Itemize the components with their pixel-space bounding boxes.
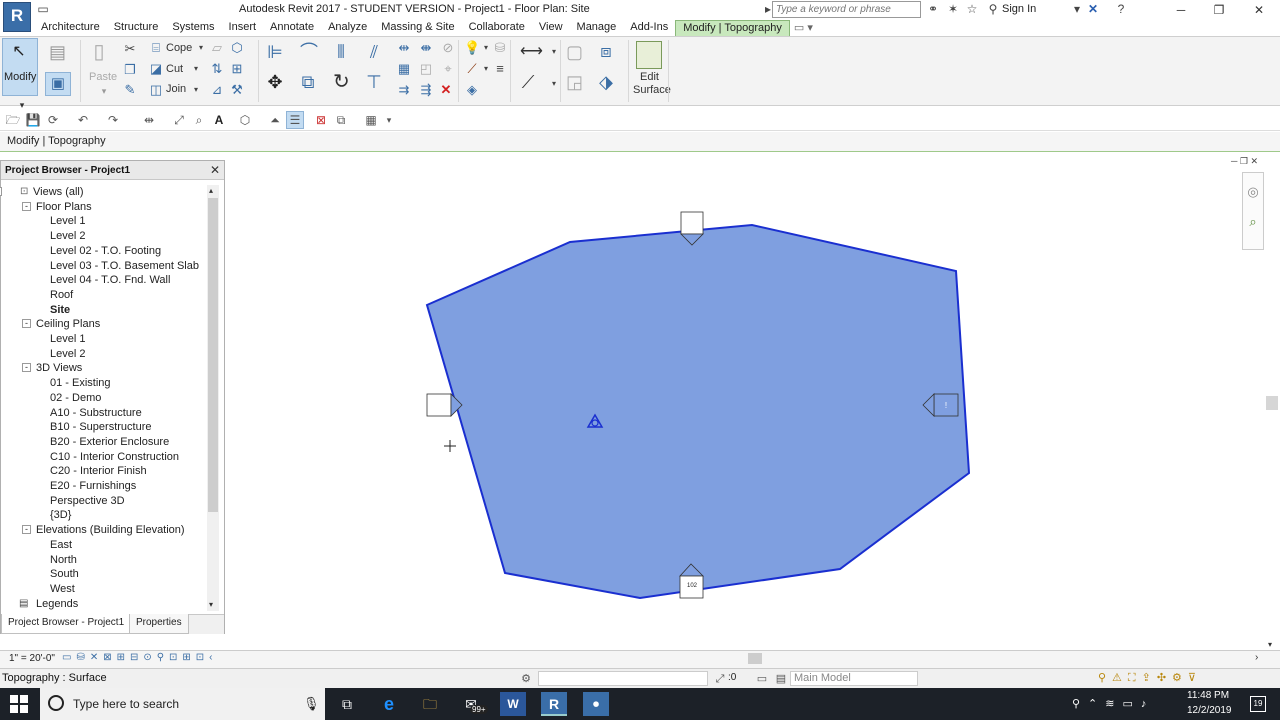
tree-item[interactable]: West	[50, 582, 75, 596]
clock-time[interactable]: 11:48 PM	[1187, 690, 1229, 701]
move-cursor-icon	[444, 440, 456, 452]
scroll-right-icon[interactable]: ›	[1255, 652, 1258, 663]
tree-item[interactable]: Legends	[36, 597, 78, 611]
horizontal-scroll-thumb[interactable]	[748, 653, 762, 664]
task-view-icon[interactable]: ⧉	[334, 692, 360, 716]
tree-item[interactable]: Level 2	[50, 347, 85, 361]
view-control-icons[interactable]: ▭⛁✕⊠⊞⊟⊙⚲⊡⊞⊡‹	[62, 652, 218, 663]
tree-item[interactable]: Perspective 3D	[50, 494, 125, 508]
microphone-icon[interactable]: 🎙	[303, 696, 320, 712]
editable-only-icon[interactable]: ▤	[773, 671, 789, 687]
scroll-down-icon[interactable]: ▾	[1268, 640, 1272, 649]
tree-item[interactable]: Level 03 - T.O. Basement Slab	[50, 259, 199, 273]
word-icon[interactable]: W	[500, 692, 526, 716]
tree-item[interactable]: East	[50, 538, 72, 552]
svg-text:!: !	[945, 401, 947, 410]
tree-item[interactable]: Elevations (Building Elevation)	[36, 523, 185, 537]
tree-item[interactable]: Level 1	[50, 214, 85, 228]
tree-item[interactable]: Level 04 - T.O. Fnd. Wall	[50, 273, 170, 287]
scroll-down-icon[interactable]: ▾	[209, 600, 213, 609]
tree-item[interactable]: 01 - Existing	[50, 376, 111, 390]
vertical-scroll-thumb[interactable]	[1266, 396, 1278, 410]
file-explorer-icon[interactable]: 🗀	[417, 692, 443, 716]
tab-project-browser[interactable]: Project Browser - Project1	[1, 614, 132, 634]
tree-collapse-toggle[interactable]: -	[22, 525, 31, 535]
view-window-controls[interactable]: ─ ❐ ✕	[1231, 156, 1258, 167]
tree-item[interactable]: Level 02 - T.O. Footing	[50, 244, 161, 258]
tree-item[interactable]: 02 - Demo	[50, 391, 101, 405]
elevation-marker-label: 102	[686, 583, 697, 589]
project-browser	[0, 160, 225, 634]
design-options-icon[interactable]: ▭	[754, 671, 770, 687]
coord-readout: :0	[728, 672, 737, 683]
workset-selector[interactable]	[538, 671, 708, 686]
project-browser-title: Project Browser - Project1	[5, 165, 131, 176]
tree-collapse-toggle[interactable]: -	[22, 201, 31, 211]
tree-item[interactable]: {3D}	[50, 508, 71, 522]
worksharing-icon[interactable]: ⚙	[518, 671, 534, 687]
mail-badge: 99+	[470, 705, 488, 714]
toposurface	[425, 223, 971, 600]
edge-browser-icon[interactable]: e	[376, 692, 402, 716]
tree-item[interactable]: C20 - Interior Finish	[50, 464, 147, 478]
tree-item[interactable]: E20 - Furnishings	[50, 479, 136, 493]
system-tray-icons[interactable]: ⚲⌃≋▭♪	[1072, 697, 1154, 710]
status-text: Topography : Surface	[2, 672, 107, 684]
tree-item[interactable]: B10 - Superstructure	[50, 420, 152, 434]
cortana-icon	[48, 695, 64, 711]
view-scale[interactable]: 1" = 20'-0"	[9, 653, 55, 664]
windows-start-icon[interactable]	[10, 695, 28, 713]
tree-item[interactable]: Views (all)	[33, 185, 84, 199]
tree-item[interactable]: North	[50, 553, 77, 567]
zoom-icon[interactable]: ⌕	[1245, 214, 1261, 230]
close-icon[interactable]: ✕	[210, 163, 220, 177]
tree-item[interactable]: 3D Views	[36, 361, 82, 375]
tree-item[interactable]: Level 2	[50, 229, 85, 243]
tree-item[interactable]: Site	[50, 303, 70, 317]
editing-requests-icon[interactable]: ⤢	[712, 671, 728, 687]
tree-collapse-toggle[interactable]: -	[0, 187, 2, 196]
browser-scroll-thumb[interactable]	[208, 198, 218, 512]
taskbar-search-text[interactable]: Type here to search	[73, 697, 179, 711]
tree-collapse-toggle[interactable]: -	[22, 363, 31, 373]
tree-item[interactable]: A10 - Substructure	[50, 406, 142, 420]
legend-icon: ▤	[19, 597, 29, 609]
tree-item[interactable]: C10 - Interior Construction	[50, 450, 179, 464]
views-icon: ⊡	[20, 186, 29, 197]
revit-taskbar-icon[interactable]: R	[541, 692, 567, 716]
tree-collapse-toggle[interactable]: -	[22, 319, 31, 329]
selection-filter-icons[interactable]: ⚲⚠⛶⇪✣⚙⊽	[1098, 671, 1202, 685]
screen-recorder-icon[interactable]: ⏺	[583, 692, 609, 716]
clock-date[interactable]: 12/2/2019	[1187, 705, 1232, 716]
tree-item[interactable]: South	[50, 567, 79, 581]
tree-item[interactable]: Roof	[50, 288, 73, 302]
tree-item[interactable]: B20 - Exterior Enclosure	[50, 435, 169, 449]
tree-item[interactable]: Floor Plans	[36, 200, 92, 214]
tree-item[interactable]: Level 1	[50, 332, 85, 346]
tab-properties[interactable]: Properties	[129, 614, 189, 634]
scroll-up-icon[interactable]: ▴	[209, 186, 213, 195]
notifications-icon[interactable]: 19	[1250, 696, 1266, 712]
main-model-selector[interactable]: Main Model	[790, 671, 918, 686]
tree-item[interactable]: Ceiling Plans	[36, 317, 100, 331]
steering-wheel-icon[interactable]: ◎	[1245, 184, 1261, 200]
